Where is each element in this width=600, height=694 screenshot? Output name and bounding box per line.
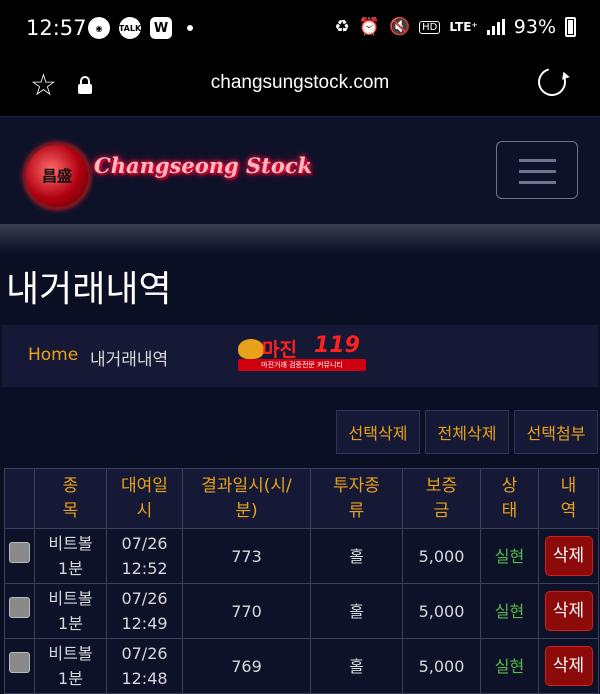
row-checkbox[interactable] [9, 597, 30, 618]
banner-number: 119 [314, 333, 360, 358]
cell-result: 769 [182, 638, 311, 694]
cell-status: 실현 [480, 528, 539, 584]
cell-status: 실현 [480, 583, 539, 639]
cell-type: 홀 [310, 638, 403, 694]
mute-icon: 🔇 [388, 17, 411, 37]
row-checkbox[interactable] [9, 652, 30, 673]
col-header-type: 투자종 류 [310, 468, 403, 529]
w-app-icon: W [150, 17, 172, 39]
col-header-history: 내 역 [538, 468, 599, 529]
recycle-icon: ♻ [334, 17, 350, 37]
col-header-status: 상 태 [480, 468, 539, 529]
table-row: 비트볼 1분 07/26 12:49 770 홀 5,000 실현 삭제 [4, 583, 599, 639]
site-header: 昌盛 Changseong Stock [0, 116, 600, 224]
table-row: 비트볼 1분 07/26 12:52 773 홀 5,000 실현 삭제 [4, 528, 599, 584]
delete-all-button[interactable]: 전체삭제 [425, 410, 509, 454]
cell-deposit: 5,000 [402, 638, 481, 694]
col-header-item: 종 목 [34, 468, 107, 529]
breadcrumb-home-link[interactable]: Home [28, 345, 78, 365]
logo-text[interactable]: Changseong Stock [94, 153, 312, 178]
site-content: 昌盛 Changseong Stock 내거래내역 Home 내거래내역 마진 … [0, 116, 600, 694]
notification-icons: ◉ TALK W [88, 17, 193, 39]
select-attach-button[interactable]: 선택첨부 [514, 410, 598, 454]
cell-item: 비트볼 1분 [34, 583, 107, 639]
cell-date: 07/26 12:48 [106, 638, 183, 694]
table-row: 비트볼 1분 07/26 12:48 769 홀 5,000 실현 삭제 [4, 638, 599, 694]
hamburger-menu-button[interactable] [496, 141, 578, 199]
status-bar: 12:57 ◉ TALK W ♻ ⏰ 🔇 HD LTE⁺ 93% [0, 0, 600, 58]
breadcrumb-current: 내거래내역 [90, 350, 169, 370]
header-shadow [0, 224, 600, 254]
cell-deposit: 5,000 [402, 583, 481, 639]
delete-button[interactable]: 삭제 [544, 536, 593, 576]
kakaotalk-icon: TALK [119, 17, 141, 39]
battery-percent: 93% [513, 16, 556, 38]
cell-type: 홀 [310, 583, 403, 639]
hd-voice-icon: HD [419, 20, 441, 34]
cell-date: 07/26 12:49 [106, 583, 183, 639]
row-checkbox[interactable] [9, 542, 30, 563]
delete-button[interactable]: 삭제 [544, 646, 593, 686]
cell-result: 773 [182, 528, 311, 584]
trade-history-table: 종 목 대여일 시 결과일시(시/ 분) 투자종 류 보증 금 상 태 내 역 … [4, 468, 599, 694]
cell-result: 770 [182, 583, 311, 639]
logo-seal[interactable]: 昌盛 [24, 143, 90, 209]
more-notifications-dot [187, 25, 193, 31]
address-bar[interactable]: changsungstock.com [0, 72, 600, 94]
signal-icon [486, 19, 505, 35]
system-icons: ♻ ⏰ 🔇 HD LTE⁺ 93% [335, 16, 576, 38]
reload-icon[interactable] [532, 62, 572, 102]
action-buttons: 선택삭제 전체삭제 선택첨부 [0, 410, 600, 454]
table-header-row: 종 목 대여일 시 결과일시(시/ 분) 투자종 류 보증 금 상 태 내 역 [4, 468, 599, 529]
page-title: 내거래내역 [6, 269, 172, 310]
cell-deposit: 5,000 [402, 528, 481, 584]
cell-item: 비트볼 1분 [34, 528, 107, 584]
banner-title: 마진 [262, 339, 297, 361]
cell-item: 비트볼 1분 [34, 638, 107, 694]
lte-icon: LTE⁺ [449, 20, 478, 34]
status-time: 12:57 [26, 16, 87, 40]
breadcrumb: Home 내거래내역 마진 119 마진거래 검증전문 커뮤니티 [2, 325, 598, 387]
col-header-date: 대여일 시 [106, 468, 183, 529]
select-delete-button[interactable]: 선택삭제 [336, 410, 420, 454]
col-header-deposit: 보증 금 [402, 468, 481, 529]
emblem-icon [238, 339, 264, 359]
pokeball-icon: ◉ [88, 17, 110, 39]
cell-type: 홀 [310, 528, 403, 584]
cell-date: 07/26 12:52 [106, 528, 183, 584]
margin119-banner[interactable]: 마진 119 마진거래 검증전문 커뮤니티 [238, 333, 366, 373]
browser-toolbar: ☆ changsungstock.com [0, 58, 600, 116]
banner-subtitle: 마진거래 검증전문 커뮤니티 [238, 359, 366, 371]
battery-icon [565, 17, 576, 37]
cell-status: 실현 [480, 638, 539, 694]
alarm-icon: ⏰ [358, 17, 380, 37]
col-header-check [4, 468, 35, 529]
col-header-result: 결과일시(시/ 분) [182, 468, 311, 529]
delete-button[interactable]: 삭제 [544, 591, 593, 631]
